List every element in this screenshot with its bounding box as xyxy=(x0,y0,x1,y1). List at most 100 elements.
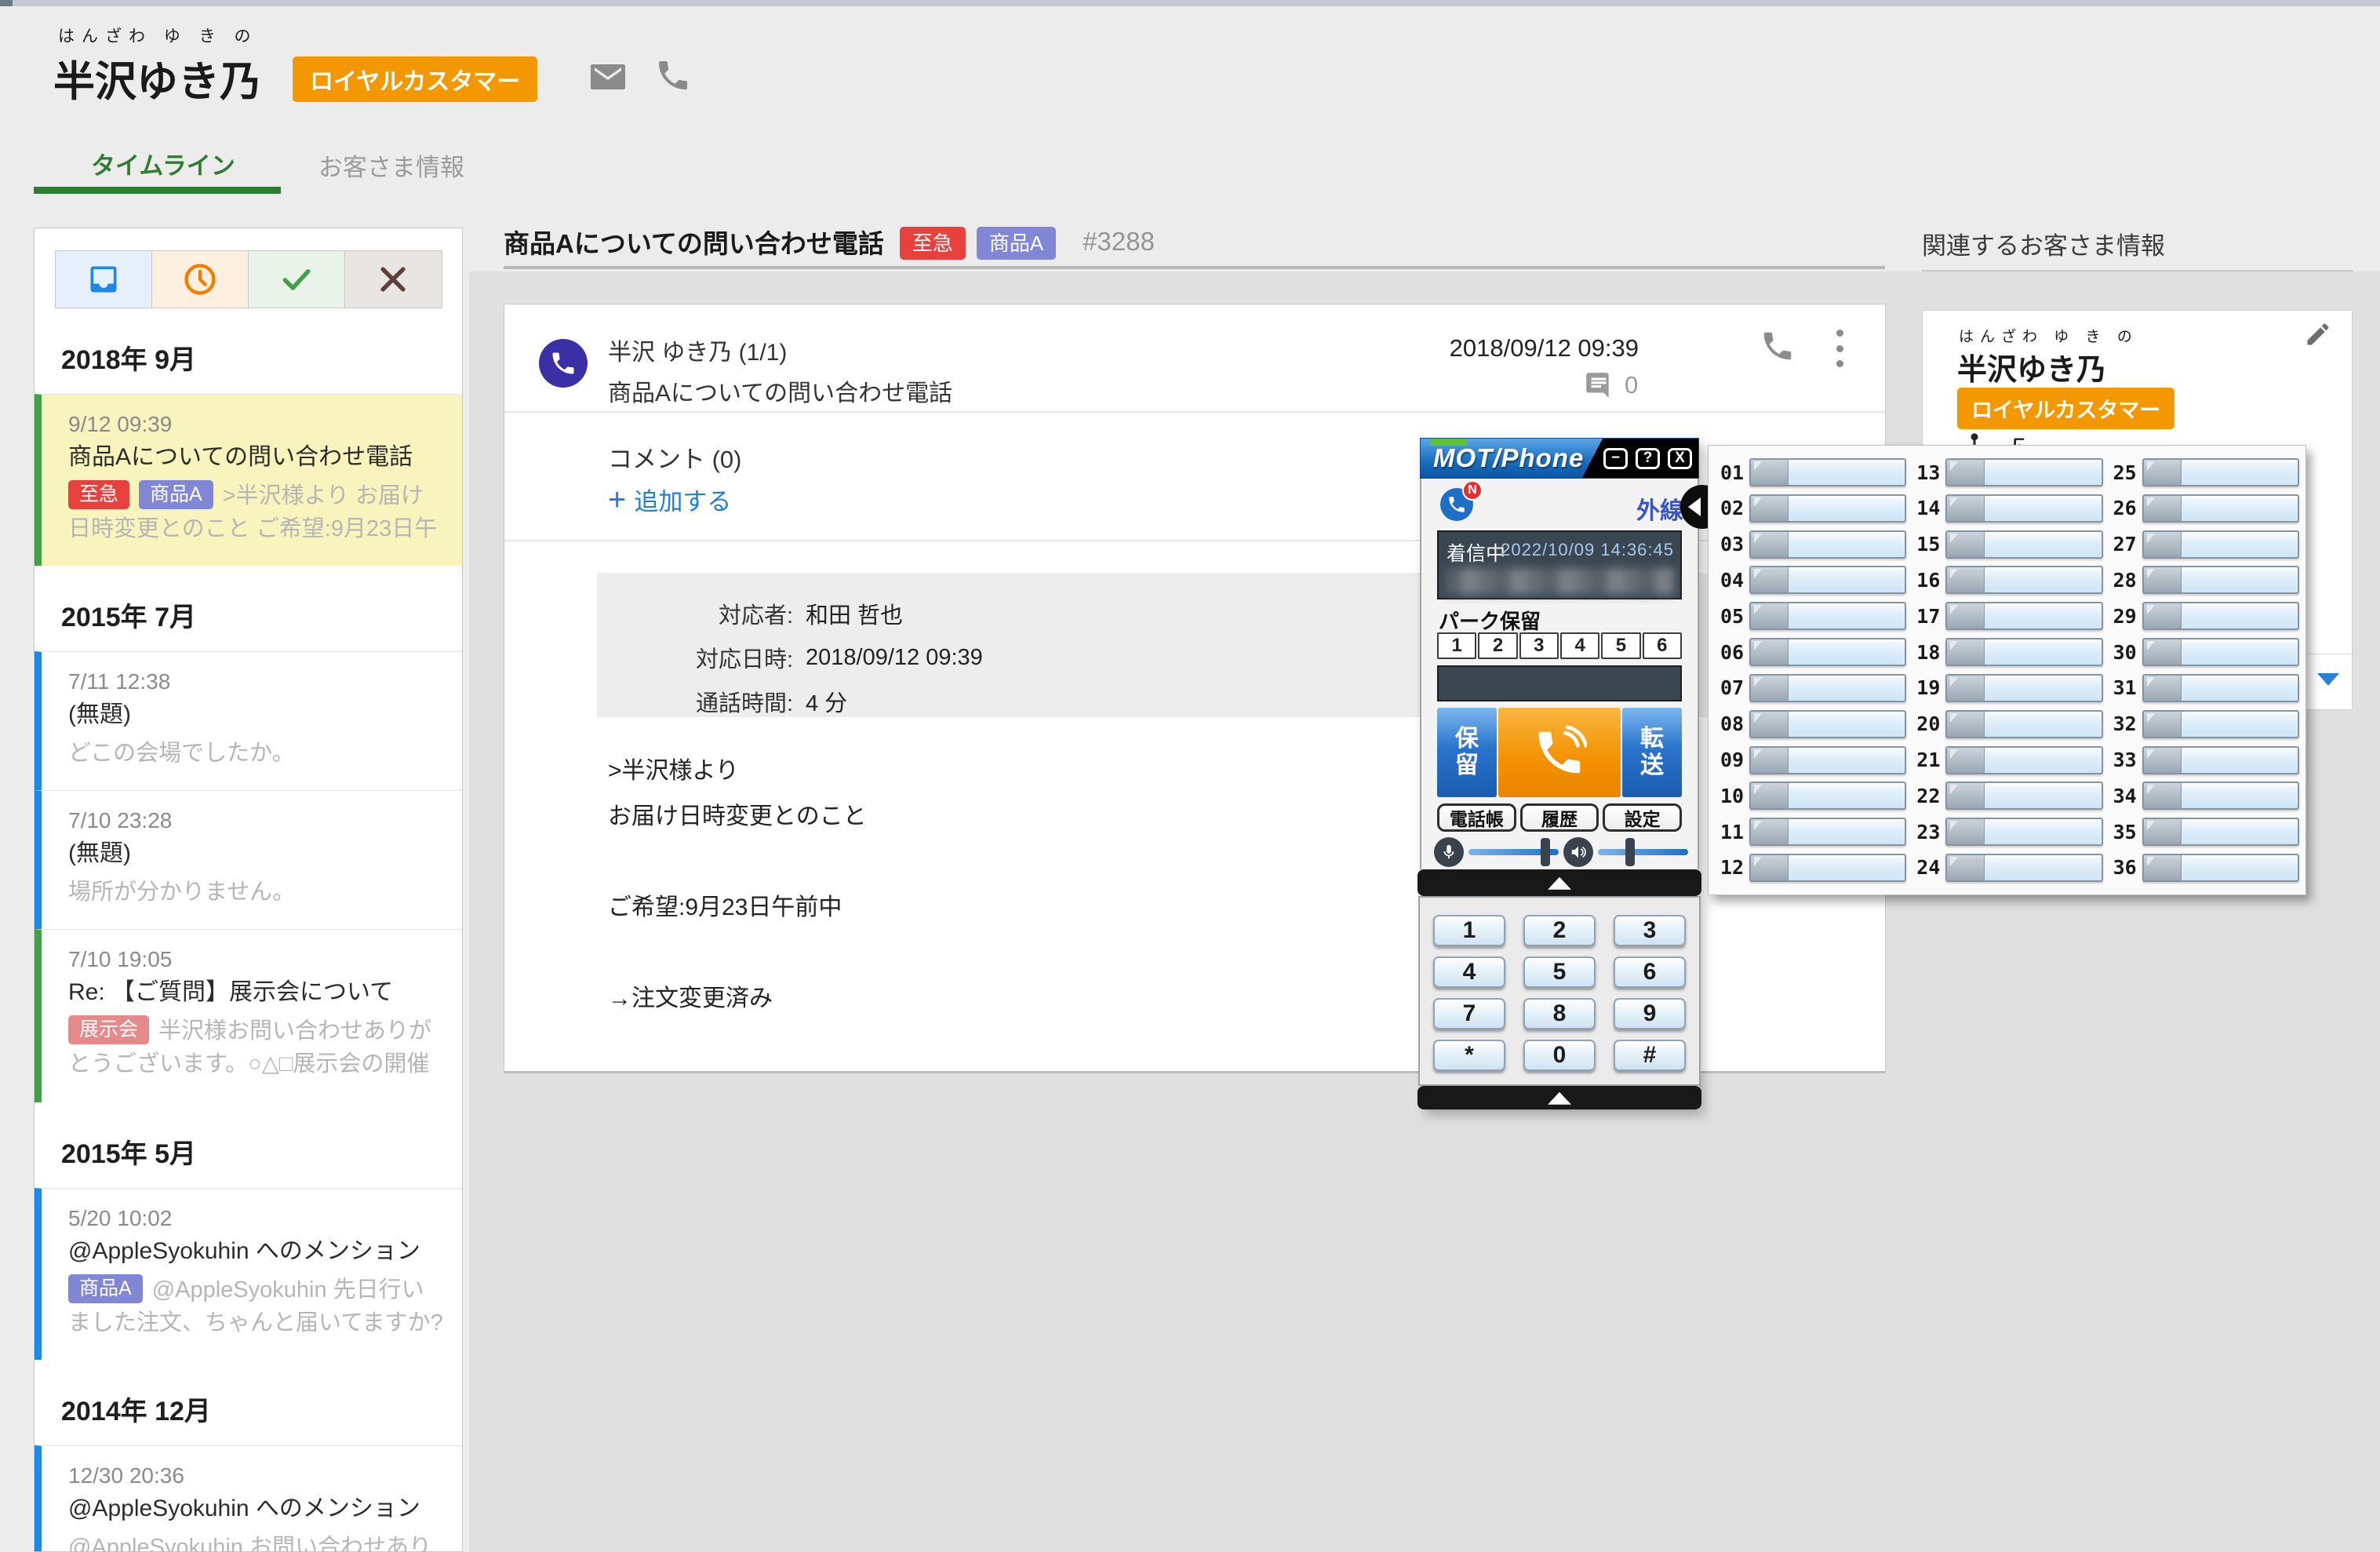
park-slot-field[interactable] xyxy=(1945,458,2102,486)
timeline-groups: 2018年 9月9/12 09:39商品Aについての問い合わせ電話至急商品A>半… xyxy=(35,308,462,1552)
park-slot-field[interactable] xyxy=(1945,818,2102,846)
dial-key-button[interactable]: 5 xyxy=(1523,956,1596,988)
dial-key-button[interactable]: 0 xyxy=(1523,1040,1596,1071)
dial-key-button[interactable]: # xyxy=(1614,1040,1686,1071)
park-slot-field[interactable] xyxy=(2142,458,2299,486)
park-slot-number: 26 xyxy=(2108,497,2142,519)
motphone-titlebar[interactable]: MOT/Phone − ? X xyxy=(1420,438,1699,479)
park-slot-field[interactable] xyxy=(2142,710,2299,738)
answer-button[interactable] xyxy=(1498,708,1621,797)
park-slot-field[interactable] xyxy=(1945,566,2102,594)
kebab-menu-icon[interactable] xyxy=(1833,330,1846,367)
dial-key-button[interactable]: * xyxy=(1433,1040,1505,1071)
collapse-bar-top[interactable] xyxy=(1417,869,1701,896)
dial-key-button[interactable]: 9 xyxy=(1614,998,1686,1029)
park-slot-field[interactable] xyxy=(1749,566,1906,594)
park-slot-field[interactable] xyxy=(1749,494,1906,523)
dial-key-button[interactable]: 6 xyxy=(1614,956,1686,988)
dial-key-button[interactable]: 4 xyxy=(1433,956,1505,988)
mic-volume-handle[interactable] xyxy=(1541,838,1550,866)
filter-inbox-button[interactable] xyxy=(56,251,152,308)
filter-close-button[interactable] xyxy=(345,251,441,308)
call-action-icon[interactable] xyxy=(1760,328,1796,364)
clock-icon xyxy=(183,262,217,297)
filter-done-button[interactable] xyxy=(249,251,345,308)
tab-left-arrow-icon xyxy=(1688,497,1701,516)
park-slot-field[interactable] xyxy=(1945,674,2102,702)
add-comment-link[interactable]: + 追加する xyxy=(608,482,731,517)
park-slot-field[interactable] xyxy=(2142,818,2299,846)
park-slot-field[interactable] xyxy=(1945,710,2102,738)
park-slot-field[interactable] xyxy=(1945,638,2102,666)
phone-menu-button[interactable]: 履歴 xyxy=(1520,803,1599,832)
park-slot-field[interactable] xyxy=(2142,602,2299,630)
park-slot-field[interactable] xyxy=(1945,530,2102,559)
timeline-entry-date: 12/30 20:36 xyxy=(68,1463,443,1488)
park-slot-field[interactable] xyxy=(1945,781,2102,810)
park-slot-field[interactable] xyxy=(1749,638,1906,666)
park-key-button[interactable]: 3 xyxy=(1519,632,1559,659)
park-slot-field[interactable] xyxy=(1749,602,1906,630)
timeline-month-heading: 2015年 7月 xyxy=(35,566,462,651)
dial-key-button[interactable]: 1 xyxy=(1433,915,1505,946)
edit-pencil-icon[interactable] xyxy=(2304,320,2332,348)
caret-down-icon[interactable] xyxy=(2317,673,2339,686)
park-key-button[interactable]: 4 xyxy=(1560,632,1599,659)
park-key-button[interactable]: 1 xyxy=(1437,632,1476,659)
park-slot-field[interactable] xyxy=(2142,530,2299,559)
hold-button[interactable]: 保 留 xyxy=(1437,708,1497,797)
speaker-volume-slider[interactable] xyxy=(1598,849,1688,855)
dial-key-button[interactable]: 2 xyxy=(1523,915,1596,946)
park-key-button[interactable]: 2 xyxy=(1478,632,1517,659)
phone-menu-button[interactable]: 電話帳 xyxy=(1437,803,1516,832)
call-status-label: 着信中 xyxy=(1447,538,1505,567)
park-slot-field[interactable] xyxy=(1945,602,2102,630)
timeline-entry[interactable]: 5/20 10:02@AppleSyokuhin へのメンション商品A@Appl… xyxy=(35,1188,462,1360)
mic-volume-slider[interactable] xyxy=(1468,849,1559,855)
park-slot-field[interactable] xyxy=(1945,854,2102,882)
park-key-button[interactable]: 5 xyxy=(1601,632,1640,659)
speaker-volume-handle[interactable] xyxy=(1625,838,1635,866)
park-slot-field[interactable] xyxy=(2142,566,2299,594)
tab-timeline[interactable]: タイムライン xyxy=(91,146,235,181)
help-button[interactable]: ? xyxy=(1636,448,1660,469)
dial-key-button[interactable]: 7 xyxy=(1433,998,1505,1029)
park-slot-field[interactable] xyxy=(1749,781,1906,810)
timeline-entry[interactable]: 9/12 09:39商品Aについての問い合わせ電話至急商品A>半沢様より お届け… xyxy=(35,394,462,566)
park-slot-field[interactable] xyxy=(1749,854,1906,882)
park-slot-field[interactable] xyxy=(1945,746,2102,774)
close-button[interactable]: X xyxy=(1668,448,1692,469)
park-slot-row: 27 xyxy=(2108,527,2299,562)
park-slot-field[interactable] xyxy=(2142,494,2299,523)
app-root: はんざわ ゆ き の 半沢ゆき乃 ロイヤルカスタマー タイムライン お客さま情報… xyxy=(0,0,2380,1552)
phone-menu-button[interactable]: 設定 xyxy=(1603,803,1682,832)
park-slot-field[interactable] xyxy=(1749,746,1906,774)
park-slot-field[interactable] xyxy=(1749,458,1906,486)
mail-icon[interactable] xyxy=(589,58,627,96)
dial-key-button[interactable]: 8 xyxy=(1523,998,1596,1029)
collapse-bar-bottom[interactable] xyxy=(1417,1086,1701,1109)
park-slot-field[interactable] xyxy=(1945,494,2102,523)
timeline-entry[interactable]: 12/30 20:36@AppleSyokuhin へのメンション@AppleS… xyxy=(35,1445,462,1552)
dial-key-button[interactable]: 3 xyxy=(1614,915,1686,946)
park-slot-field[interactable] xyxy=(2142,674,2299,702)
timeline-entry[interactable]: 7/10 19:05Re: 【ご質問】展示会について展示会半沢様お問い合わせあり… xyxy=(35,929,462,1102)
filter-clock-button[interactable] xyxy=(152,251,249,308)
tab-customer-info[interactable]: お客さま情報 xyxy=(318,148,464,183)
timeline-entry-title: @AppleSyokuhin へのメンション xyxy=(68,1237,443,1266)
park-slot-field[interactable] xyxy=(2142,781,2299,810)
park-slot-field[interactable] xyxy=(2142,746,2299,774)
timeline-entry[interactable]: 7/11 12:38(無題)どこの会場でしたか。 xyxy=(35,651,462,790)
park-slot-field[interactable] xyxy=(1749,530,1906,559)
minimize-button[interactable]: − xyxy=(1603,448,1628,469)
park-slot-field[interactable] xyxy=(2142,638,2299,666)
park-slot-field[interactable] xyxy=(1749,818,1906,846)
park-key-button[interactable]: 6 xyxy=(1643,632,1682,659)
timeline-entry[interactable]: 7/10 23:28(無題)場所が分かりません。 xyxy=(35,790,462,929)
transfer-button[interactable]: 転 送 xyxy=(1622,708,1682,797)
park-slot-field[interactable] xyxy=(1749,710,1906,738)
park-slot-field[interactable] xyxy=(2142,854,2299,882)
phone-icon[interactable] xyxy=(654,56,692,94)
park-slot-field[interactable] xyxy=(1749,674,1906,702)
park-slot-row: 02 xyxy=(1715,491,1906,526)
